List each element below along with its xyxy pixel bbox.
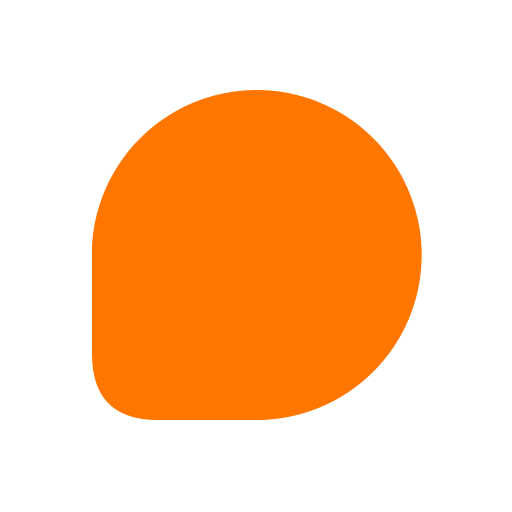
logo-shape	[92, 90, 422, 420]
speech-bubble-logo-icon	[92, 90, 422, 420]
app-icon-canvas	[0, 0, 512, 512]
